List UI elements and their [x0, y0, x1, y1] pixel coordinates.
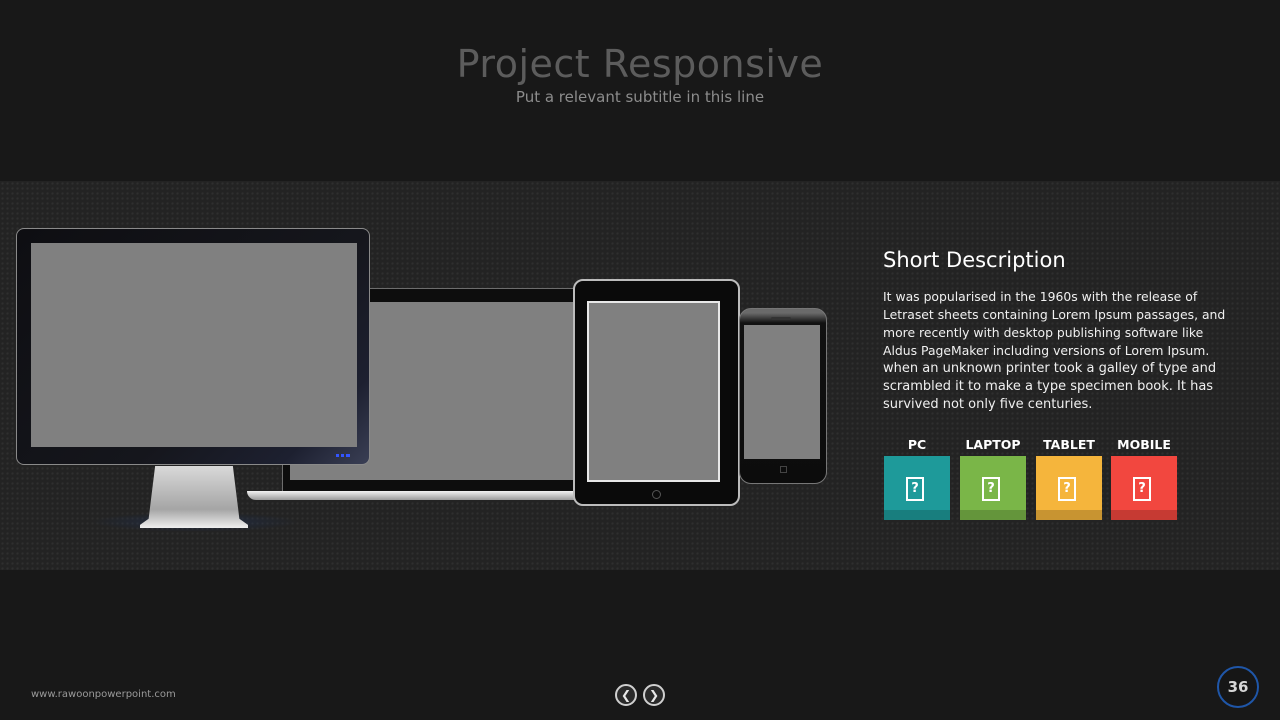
tile-label: PC — [907, 437, 927, 452]
tile-box: ? — [960, 456, 1026, 520]
tile-box: ? — [1036, 456, 1102, 520]
page-number-badge: 36 — [1217, 666, 1259, 708]
monitor-screen — [31, 243, 357, 447]
device-icon: ? — [906, 477, 924, 501]
phone-speaker — [771, 317, 791, 320]
phone-home-button — [780, 466, 787, 473]
tile-label: LAPTOP — [965, 437, 1021, 452]
monitor-indicator-lights — [336, 454, 350, 457]
monitor-stand — [140, 466, 248, 528]
slide-title: Project Responsive — [456, 42, 824, 86]
tablet-home-button — [652, 490, 661, 499]
description-text: It was popularised in the 1960s with the… — [883, 288, 1226, 414]
tile-box: ? — [884, 456, 950, 520]
description-line: when an unknown printer took a galley of… — [883, 361, 1217, 376]
tile-pc: PC ? — [884, 437, 950, 520]
device-icon: ? — [1058, 477, 1076, 501]
laptop-base — [247, 491, 619, 500]
phone-screen — [744, 325, 820, 459]
device-icon: ? — [1133, 477, 1151, 501]
description-heading: Short Description — [883, 248, 1066, 272]
tile-box: ? — [1111, 456, 1177, 520]
footer-url[interactable]: www.rawoonpowerpoint.com — [31, 689, 176, 700]
tile-laptop: LAPTOP ? — [960, 437, 1026, 520]
tile-label: TABLET — [1043, 437, 1095, 452]
description-line: Letraset sheets containing Lorem Ipsum p… — [883, 307, 1226, 322]
chevron-left-icon: ❮ — [620, 688, 632, 702]
tile-label: MOBILE — [1117, 437, 1171, 452]
tile-mobile: MOBILE ? — [1111, 437, 1177, 520]
device-icon: ? — [982, 477, 1000, 501]
next-slide-button[interactable]: ❯ — [643, 684, 665, 706]
description-line: more recently with desktop publishing so… — [883, 325, 1204, 340]
chevron-right-icon: ❯ — [648, 688, 660, 702]
description-line: Aldus PageMaker including versions of Lo… — [883, 343, 1210, 358]
description-line: It was popularised in the 1960s with the… — [883, 289, 1198, 304]
description-line: scrambled it to make a type specimen boo… — [883, 379, 1214, 394]
slide-subtitle: Put a relevant subtitle in this line — [515, 88, 765, 106]
tile-tablet: TABLET ? — [1036, 437, 1102, 520]
description-line: survived not only five centuries. — [883, 397, 1093, 412]
prev-slide-button[interactable]: ❮ — [615, 684, 637, 706]
tablet-screen — [587, 301, 720, 482]
